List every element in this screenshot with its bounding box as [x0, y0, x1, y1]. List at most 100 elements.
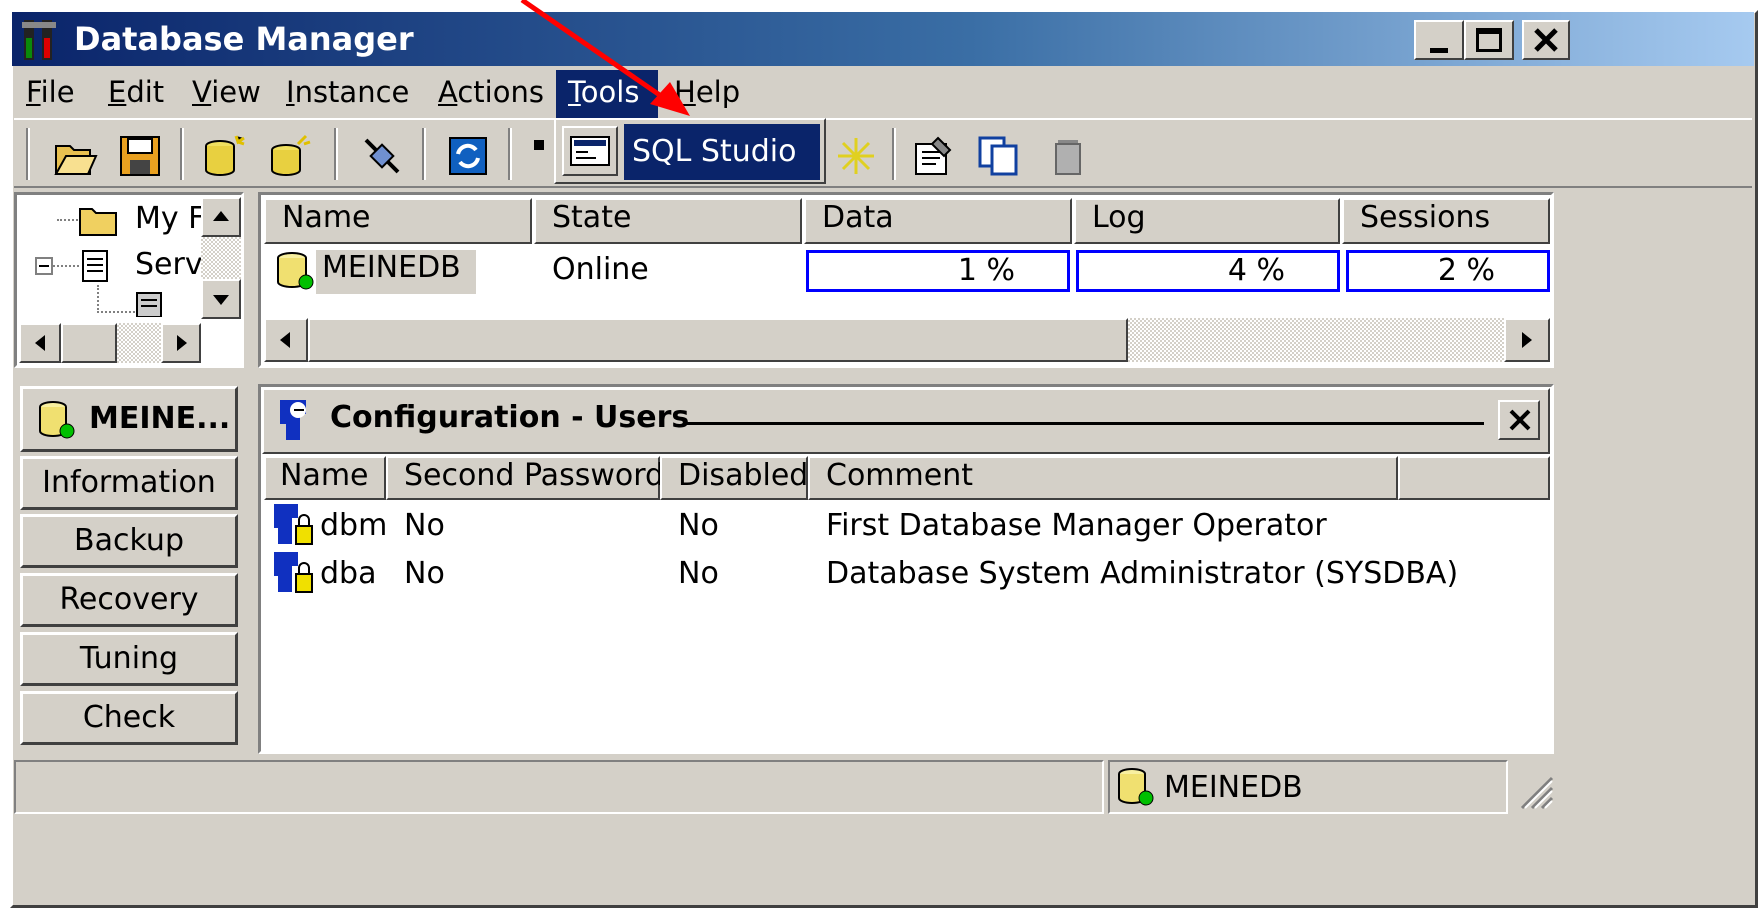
tools-dropdown: SQL Studio: [554, 118, 826, 184]
toolbar-separator: [508, 128, 512, 180]
col-header-sessions[interactable]: Sessions: [1342, 198, 1550, 244]
properties-icon[interactable]: [912, 134, 956, 178]
user-icon: [274, 504, 313, 545]
database-icon: [1118, 768, 1154, 806]
toolbar: [14, 118, 1752, 188]
arrow-left-icon: [35, 335, 45, 351]
nav-backup-button[interactable]: Backup: [20, 514, 238, 568]
nav-recovery-button[interactable]: Recovery: [20, 573, 238, 627]
arrow-left-icon: [280, 332, 290, 348]
window-title: Database Manager: [74, 20, 414, 58]
data-usage-bar: 1 %: [806, 250, 1070, 292]
col-header-log[interactable]: Log: [1074, 198, 1340, 244]
tree-line: [53, 265, 79, 267]
resize-grip-icon[interactable]: [1514, 770, 1554, 810]
list-scroll-left[interactable]: [264, 318, 308, 362]
new-db-icon[interactable]: [202, 134, 246, 178]
config-panel-header: Configuration - Users: [262, 388, 1550, 454]
user-icon: [274, 552, 313, 593]
menu-help[interactable]: Help: [662, 70, 752, 118]
database-icon: [277, 252, 314, 290]
tree-scroll-thumb[interactable]: [61, 323, 117, 363]
status-pane-main: [14, 760, 1104, 814]
toolbar-separator: [26, 128, 30, 180]
col-header-name[interactable]: Name: [264, 198, 532, 244]
users-col-header-comment[interactable]: Comment: [808, 456, 1398, 500]
menu-view-rest: iew: [211, 75, 261, 109]
menu-instance[interactable]: Instance: [274, 70, 421, 118]
app-icon: [22, 20, 56, 60]
new-db-wizard-icon[interactable]: [268, 134, 312, 178]
users-col-header-second-password[interactable]: Second Password: [386, 456, 664, 500]
database-icon: [39, 401, 75, 439]
minimize-button[interactable]: [1414, 20, 1464, 60]
open-folder-icon[interactable]: [54, 134, 98, 178]
tree-collapse-toggle[interactable]: [35, 257, 53, 275]
col-header-state[interactable]: State: [534, 198, 802, 244]
tree-hscroll-track[interactable]: [117, 323, 161, 363]
menu-file[interactable]: File: [14, 70, 87, 118]
user-row-second-password: No: [404, 508, 445, 543]
close-icon: [1509, 409, 1531, 431]
log-usage-bar: 4 %: [1076, 250, 1340, 292]
title-bar[interactable]: Database Manager: [12, 12, 1754, 66]
tree-item-serv[interactable]: Serv: [135, 247, 203, 282]
user-row-name[interactable]: dba: [320, 556, 376, 591]
maximize-button[interactable]: [1464, 20, 1514, 60]
users-col-header-name[interactable]: Name: [264, 456, 386, 500]
arrow-right-icon: [177, 335, 187, 351]
sql-studio-icon: [570, 136, 610, 166]
list-scroll-right[interactable]: [1504, 318, 1550, 362]
close-button[interactable]: [1522, 20, 1570, 60]
sessions-usage-bar: 2 %: [1346, 250, 1550, 292]
refresh-icon[interactable]: [446, 134, 490, 178]
db-header-button[interactable]: MEINE...: [20, 386, 238, 452]
toolbar-separator: [180, 128, 184, 180]
menu-edit-rest: dit: [126, 75, 165, 109]
status-db-label: MEINEDB: [1164, 770, 1303, 805]
toolbar-separator: [892, 128, 896, 180]
user-icon: [280, 400, 306, 440]
tree-scroll-right[interactable]: [161, 323, 201, 363]
db-header-label: MEINE...: [89, 401, 231, 436]
tree-scroll-left[interactable]: [19, 323, 61, 363]
tree-item-my[interactable]: My F: [135, 201, 205, 236]
user-row-comment: Database System Administrator (SYSDBA): [826, 556, 1459, 591]
menu-edit[interactable]: Edit: [96, 70, 176, 118]
server-icon: [82, 250, 108, 282]
config-panel-title: Configuration - Users: [330, 400, 690, 435]
panel-close-button[interactable]: [1498, 400, 1540, 440]
tree-view[interactable]: My F Serv: [14, 192, 244, 368]
menu-help-rest: elp: [695, 75, 741, 109]
menu-instance-rest: nstance: [294, 75, 410, 109]
copy-icon[interactable]: [976, 134, 1020, 178]
arrow-down-icon: [213, 295, 229, 305]
menu-tools[interactable]: Tools: [556, 70, 658, 118]
nav-tuning-button[interactable]: Tuning: [20, 632, 238, 686]
nav-check-button[interactable]: Check: [20, 691, 238, 745]
users-col-header-disabled[interactable]: Disabled: [660, 456, 808, 500]
list-scroll-thumb[interactable]: [308, 318, 1128, 362]
instance-row-state: Online: [552, 252, 649, 287]
tree-scroll-track[interactable]: [201, 237, 241, 279]
star-icon[interactable]: [834, 134, 878, 178]
arrow-right-icon: [1522, 332, 1532, 348]
toolbar-small-icon: [534, 140, 544, 150]
connect-icon[interactable]: [360, 134, 404, 178]
col-header-data[interactable]: Data: [804, 198, 1072, 244]
tree-scroll-up[interactable]: [201, 197, 241, 237]
list-hscroll-track[interactable]: [1128, 318, 1504, 362]
close-icon: [1534, 28, 1558, 52]
nav-information-button[interactable]: Information: [20, 456, 238, 510]
save-icon[interactable]: [118, 134, 162, 178]
delete-icon[interactable]: [1048, 134, 1092, 178]
user-row-name[interactable]: dbm: [320, 508, 387, 543]
menu-file-rest: ile: [40, 75, 75, 109]
toolbar-separator: [334, 128, 338, 180]
menu-actions[interactable]: Actions: [426, 70, 556, 118]
tree-scroll-down[interactable]: [201, 279, 241, 319]
menu-view[interactable]: View: [180, 70, 273, 118]
menu-tools-rest: ools: [580, 75, 640, 109]
instance-row-name[interactable]: MEINEDB: [316, 250, 476, 294]
menu-item-sql-studio[interactable]: SQL Studio: [624, 124, 820, 180]
